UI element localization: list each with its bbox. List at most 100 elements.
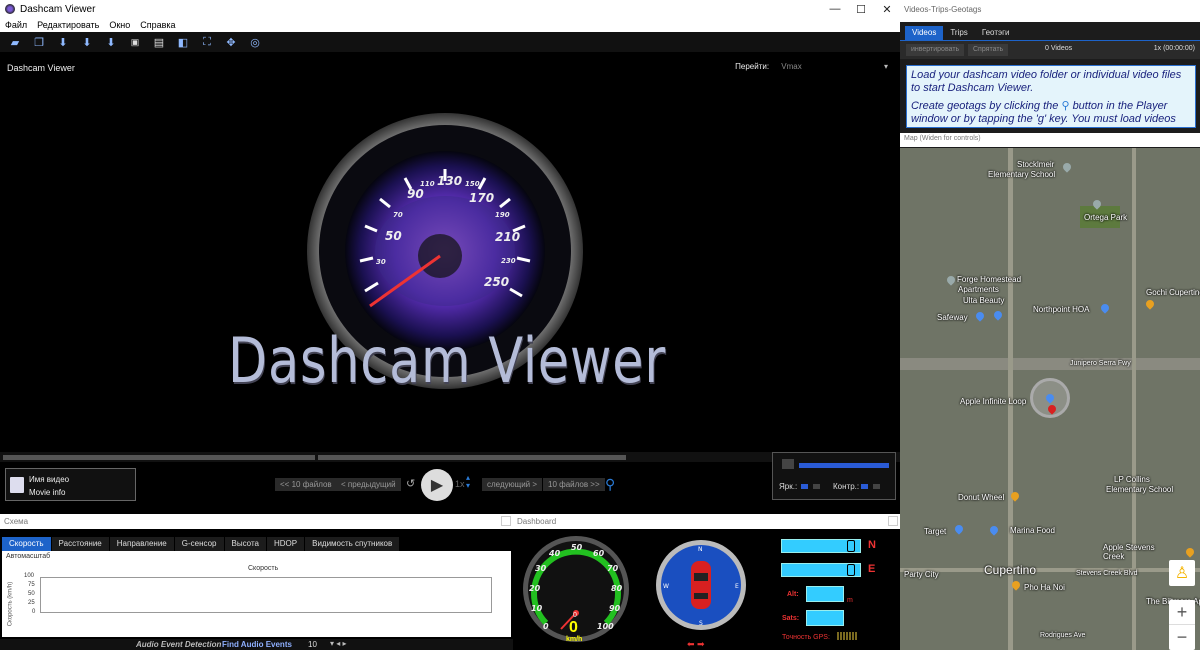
speedo-label: 100 xyxy=(597,622,614,631)
plot-area xyxy=(40,577,492,613)
open-files-icon[interactable]: ❐ xyxy=(32,35,46,49)
speed-stepper-icon[interactable]: ▴ ▾ xyxy=(466,474,470,490)
audio-count[interactable]: 10 xyxy=(308,640,317,649)
minimize-button[interactable]: — xyxy=(822,0,848,18)
speedo-label: 90 xyxy=(609,604,621,613)
fullscreen-icon[interactable]: ⛶ xyxy=(200,35,214,49)
image-icon[interactable]: ▤ xyxy=(152,35,166,49)
place-label: Apartments xyxy=(958,285,999,294)
tab-direction[interactable]: Направление xyxy=(109,537,175,551)
invert-button[interactable]: инвертировать xyxy=(906,44,965,56)
tab-geotags[interactable]: Геотэги xyxy=(974,26,1017,40)
y-tick: 25 xyxy=(28,600,35,606)
shrink-icon[interactable]: ✥ xyxy=(224,35,238,49)
gauge-number-250: 250 xyxy=(484,275,509,289)
speed-value: 0 xyxy=(569,619,578,636)
place-label: Pho Ha Noi xyxy=(1024,583,1065,592)
hide-button[interactable]: Спрятать xyxy=(968,44,1009,56)
map-pin[interactable] xyxy=(988,524,1000,536)
menu-file[interactable]: Файл xyxy=(5,20,27,30)
gauge-number-110: 110 xyxy=(420,180,435,188)
progress-segment[interactable] xyxy=(3,455,315,460)
undock-icon[interactable] xyxy=(888,516,898,526)
previous-button[interactable]: < предыдущий xyxy=(336,478,401,491)
contrast-slider[interactable] xyxy=(873,484,880,489)
export-icon[interactable]: ⬇ xyxy=(104,35,118,49)
brightness-slider[interactable] xyxy=(813,484,820,489)
place-label: Forge Homestead xyxy=(957,275,1022,284)
settings-icon[interactable]: ◎ xyxy=(248,35,262,49)
window-title: Dashcam Viewer xyxy=(20,3,96,15)
map-pin[interactable] xyxy=(992,309,1004,321)
y-tick: 0 xyxy=(32,609,36,615)
video-viewer[interactable]: Dashcam Viewer Перейти: Vmax ▾ 30 50 70 … xyxy=(0,56,900,448)
menu-edit[interactable]: Редактировать xyxy=(37,20,99,30)
forward-10-files-button[interactable]: 10 файлов >> xyxy=(543,478,605,491)
contrast-slider[interactable] xyxy=(861,484,868,489)
gauge-number-30: 30 xyxy=(376,258,386,266)
place-label: Ortega Park xyxy=(1084,213,1128,222)
progress-segment[interactable] xyxy=(318,455,626,460)
tab-hdop[interactable]: HDOP xyxy=(266,537,306,551)
player-controls: Имя видео Movie info << 10 файлов < пред… xyxy=(0,452,900,510)
map-pin[interactable] xyxy=(953,523,965,535)
count-stepper-icon[interactable]: ▾ ◂ ▸ xyxy=(330,639,347,648)
speed-unit: km/h xyxy=(566,636,582,643)
goto-control[interactable]: Перейти: Vmax ▾ xyxy=(735,62,888,71)
back-10-files-button[interactable]: << 10 файлов xyxy=(275,478,337,491)
tab-videos[interactable]: Videos xyxy=(905,26,944,40)
brightness-slider[interactable] xyxy=(801,484,808,489)
close-button[interactable]: ✕ xyxy=(874,0,900,18)
video-file-icon xyxy=(10,477,24,493)
map-pin[interactable] xyxy=(1184,546,1196,558)
map-pin[interactable] xyxy=(1099,302,1111,314)
tab-g-sensor[interactable]: G-сенсор xyxy=(174,537,225,551)
gauge-number-70: 70 xyxy=(393,211,403,219)
y-tick: 75 xyxy=(28,582,35,588)
progress-bar[interactable] xyxy=(0,452,900,462)
speedo-label: 80 xyxy=(611,584,623,593)
tab-trips[interactable]: Trips xyxy=(943,26,975,40)
menu-window[interactable]: Окно xyxy=(109,20,130,30)
autoscale-label: Автомасштаб xyxy=(6,553,51,560)
map-view[interactable]: Stocklmeir Elementary School Ortega Park… xyxy=(900,148,1200,650)
speed-plot[interactable]: Автомасштаб Скорость Скорость (km/h) 100… xyxy=(2,551,511,637)
map-pin[interactable] xyxy=(974,310,986,322)
map-pin[interactable] xyxy=(1061,161,1073,173)
info-line-1: Load your dashcam video folder or indivi… xyxy=(911,69,1182,94)
compass-w: W xyxy=(663,583,669,590)
chevron-down-icon[interactable]: ▾ xyxy=(884,62,888,71)
volume-slider[interactable] xyxy=(799,463,889,468)
menu-help[interactable]: Справка xyxy=(140,20,175,30)
schema-header: Схема xyxy=(0,514,513,529)
goto-select[interactable]: Vmax xyxy=(781,62,801,71)
zoom-out-button[interactable]: − xyxy=(1169,625,1195,650)
volume-picture-panel: Ярк.: Контр.: xyxy=(772,452,896,500)
save-icon[interactable]: ◧ xyxy=(176,35,190,49)
zoom-in-button[interactable]: + xyxy=(1169,600,1195,625)
info-icon[interactable]: ▣ xyxy=(128,35,142,49)
place-label: Target xyxy=(924,527,947,536)
tab-altitude[interactable]: Высота xyxy=(224,537,267,551)
play-button[interactable]: ▶ xyxy=(421,469,453,501)
find-audio-events-button[interactable]: Find Audio Events xyxy=(222,640,292,649)
next-button[interactable]: следующий > xyxy=(482,478,543,491)
map-pin[interactable] xyxy=(945,274,957,286)
gauge-number-150: 150 xyxy=(465,180,480,188)
undock-icon[interactable] xyxy=(501,516,511,526)
download-all-icon[interactable]: ⬇ xyxy=(80,35,94,49)
open-folder-icon[interactable]: ▰ xyxy=(8,35,22,49)
dashboard-header: Dashboard xyxy=(513,514,900,529)
geotag-pin-icon[interactable]: ⚲ xyxy=(605,476,615,493)
download-icon[interactable]: ⬇ xyxy=(56,35,70,49)
speaker-icon[interactable] xyxy=(782,459,794,469)
tab-satellites[interactable]: Видимость спутников xyxy=(305,537,401,551)
contrast-label: Контр.: xyxy=(833,482,860,491)
replay-icon[interactable]: ↺ xyxy=(406,477,415,490)
tab-distance[interactable]: Расстояние xyxy=(51,537,110,551)
sats-field xyxy=(806,610,844,626)
maximize-button[interactable]: ☐ xyxy=(848,0,874,18)
street-view-icon[interactable]: ♙ xyxy=(1169,560,1195,586)
map-pin[interactable] xyxy=(1144,298,1156,310)
tab-speed[interactable]: Скорость xyxy=(2,537,52,551)
